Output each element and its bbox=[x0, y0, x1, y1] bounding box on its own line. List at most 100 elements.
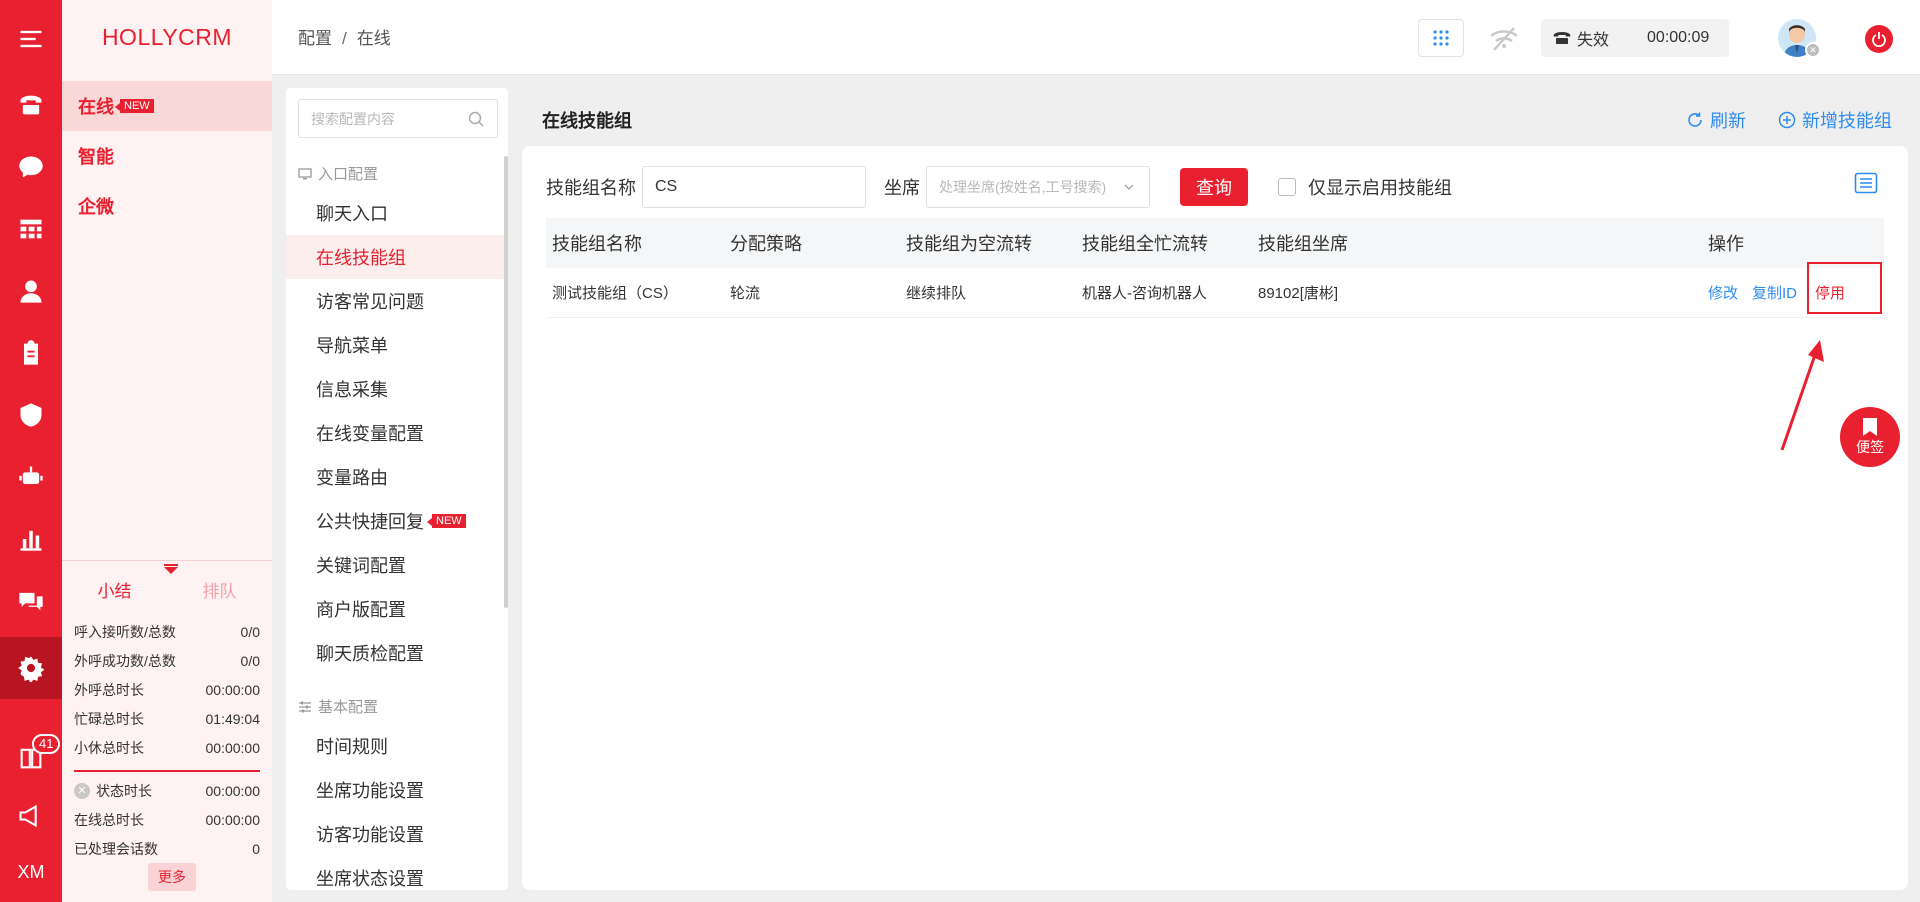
status-badge: ✕ bbox=[1805, 42, 1821, 58]
config-item[interactable]: 访客常见问题 bbox=[286, 279, 504, 323]
config-search-input[interactable]: 搜索配置内容 bbox=[298, 99, 498, 138]
page-actions: 刷新 新增技能组 bbox=[1686, 107, 1892, 133]
config-item[interactable]: 信息采集 bbox=[286, 367, 504, 411]
stat-row: 外呼成功数/总数 0/0 bbox=[62, 646, 272, 675]
group-header-entry: 入口配置 bbox=[298, 163, 378, 184]
close-icon[interactable]: ✕ bbox=[74, 782, 90, 799]
plus-circle-icon bbox=[1778, 111, 1796, 129]
skill-group-name-input[interactable]: CS bbox=[642, 166, 866, 208]
nav-item-label: 在线 bbox=[78, 97, 114, 117]
column-settings-icon[interactable] bbox=[1854, 172, 1878, 194]
notification-badge: 41 bbox=[32, 734, 61, 754]
filter-bar: 技能组名称 CS 坐席 处理坐席(按姓名,工号搜索) 查询 仅显示启用技能组 bbox=[546, 166, 1452, 208]
call-status: 失效 bbox=[1577, 32, 1610, 49]
edit-link[interactable]: 修改 bbox=[1708, 282, 1738, 303]
nav-item-wecom[interactable]: 企微 bbox=[62, 181, 272, 231]
column-header: 技能组名称 bbox=[552, 234, 642, 254]
call-status-box[interactable]: 失效 00:00:09 bbox=[1541, 19, 1729, 57]
config-item[interactable]: 商户版配置 bbox=[286, 587, 504, 631]
add-skill-group-button[interactable]: 新增技能组 bbox=[1778, 107, 1892, 133]
new-tag: NEW bbox=[427, 514, 466, 528]
only-enabled-label[interactable]: 仅显示启用技能组 bbox=[1308, 174, 1452, 200]
stat-label: 外呼总时长 bbox=[74, 681, 144, 698]
chat-icon[interactable] bbox=[0, 136, 62, 198]
settings-icon[interactable] bbox=[0, 637, 62, 699]
column-header: 技能组坐席 bbox=[1258, 234, 1348, 254]
cell-name: 测试技能组（CS） bbox=[552, 285, 678, 302]
menu-icon[interactable] bbox=[0, 8, 62, 70]
power-icon[interactable] bbox=[1865, 25, 1893, 53]
top-header: 配置 / 在线 失效 00:00:09 ✕ bbox=[272, 0, 1920, 75]
nav-item-online[interactable]: 在线 NEW bbox=[62, 81, 272, 131]
copy-id-link[interactable]: 复制ID bbox=[1752, 282, 1797, 303]
config-item-active[interactable]: 在线技能组 bbox=[286, 235, 504, 279]
tab-summary[interactable]: 小结 bbox=[98, 577, 132, 617]
breadcrumb: 配置 / 在线 bbox=[298, 29, 391, 48]
bookmark-icon bbox=[1863, 418, 1877, 436]
seat-select[interactable]: 处理坐席(按姓名,工号搜索) bbox=[926, 166, 1150, 208]
user-initials[interactable]: XM bbox=[0, 862, 62, 883]
monitor-icon bbox=[298, 167, 312, 179]
chevron-down-icon bbox=[1124, 184, 1134, 190]
stat-row: 外呼总时长 00:00:00 bbox=[62, 675, 272, 704]
user-icon[interactable] bbox=[0, 260, 62, 322]
stat-label: 小休总时长 bbox=[74, 739, 144, 756]
config-item-label: 商户版配置 bbox=[316, 600, 406, 620]
stat-label: 在线总时长 bbox=[74, 811, 144, 828]
stat-row: 呼入接听数/总数 0/0 bbox=[62, 617, 272, 646]
grid-icon bbox=[1433, 30, 1449, 46]
app-logo: HOLLYCRM bbox=[101, 24, 233, 50]
config-item[interactable]: 在线变量配置 bbox=[286, 411, 504, 455]
config-item[interactable]: 公共快捷回复 NEW bbox=[286, 499, 504, 543]
sticky-note-button[interactable]: 便签 bbox=[1840, 407, 1900, 467]
stat-label: 已处理会话数 bbox=[74, 840, 158, 857]
config-item[interactable]: 导航菜单 bbox=[286, 323, 504, 367]
name-filter-label: 技能组名称 bbox=[546, 178, 636, 198]
config-item[interactable]: 变量路由 bbox=[286, 455, 504, 499]
skill-group-card: 技能组名称 CS 坐席 处理坐席(按姓名,工号搜索) 查询 仅显示启用技能组 技… bbox=[522, 146, 1908, 890]
table-icon[interactable] bbox=[0, 198, 62, 260]
scrollbar[interactable] bbox=[504, 156, 508, 608]
stat-value: 0/0 bbox=[240, 623, 260, 640]
stat-value: 00:00:00 bbox=[205, 681, 261, 698]
nav-item-label: 企微 bbox=[78, 197, 114, 217]
config-item[interactable]: 关键词配置 bbox=[286, 543, 504, 587]
refresh-icon bbox=[1688, 112, 1702, 127]
clipboard-icon[interactable] bbox=[0, 322, 62, 384]
annotation-highlight-box bbox=[1807, 262, 1882, 314]
robot-icon[interactable] bbox=[0, 446, 62, 508]
stat-label: 呼入接听数/总数 bbox=[74, 623, 176, 640]
refresh-button[interactable]: 刷新 bbox=[1686, 107, 1746, 133]
apps-grid-button[interactable] bbox=[1418, 19, 1464, 57]
cell-empty-flow: 继续排队 bbox=[906, 285, 967, 302]
phone-icon[interactable] bbox=[0, 74, 62, 136]
megaphone-icon[interactable] bbox=[0, 785, 62, 847]
config-item[interactable]: 时间规则 bbox=[286, 724, 504, 768]
add-label: 新增技能组 bbox=[1802, 111, 1892, 131]
stat-row: 忙碌总时长 01:49:04 bbox=[62, 704, 272, 733]
breadcrumb-item[interactable]: 配置 bbox=[298, 29, 332, 48]
config-item[interactable]: 坐席功能设置 bbox=[286, 768, 504, 812]
nav-item-label: 智能 bbox=[78, 147, 114, 167]
config-item[interactable]: 聊天质检配置 bbox=[286, 631, 504, 675]
only-enabled-checkbox[interactable] bbox=[1278, 178, 1296, 196]
config-item[interactable]: 坐席状态设置 bbox=[286, 856, 504, 890]
stat-value: 00:00:00 bbox=[205, 782, 261, 799]
tab-queue[interactable]: 排队 bbox=[203, 577, 237, 617]
shield-icon[interactable] bbox=[0, 384, 62, 446]
nav-item-smart[interactable]: 智能 bbox=[62, 131, 272, 181]
column-header: 技能组全忙流转 bbox=[1082, 234, 1208, 254]
table-row: 测试技能组（CS） 轮流 继续排队 机器人-咨询机器人 89102[唐彬] 修改… bbox=[546, 268, 1884, 318]
config-menu: 搜索配置内容 入口配置 聊天入口 在线技能组 访客常见问题 导航菜单 信息采集 … bbox=[286, 88, 508, 890]
column-header: 技能组为空流转 bbox=[906, 234, 1032, 254]
group-header-basic: 基本配置 bbox=[298, 696, 378, 717]
wifi-off-icon bbox=[1490, 27, 1518, 51]
config-item[interactable]: 访客功能设置 bbox=[286, 812, 504, 856]
config-item[interactable]: 聊天入口 bbox=[286, 191, 504, 235]
messages-icon[interactable] bbox=[0, 570, 62, 632]
query-button[interactable]: 查询 bbox=[1180, 168, 1248, 206]
more-button[interactable]: 更多 bbox=[148, 863, 196, 891]
config-item-label: 坐席功能设置 bbox=[316, 781, 424, 801]
bar-chart-icon[interactable] bbox=[0, 508, 62, 570]
cell-strategy: 轮流 bbox=[730, 285, 761, 302]
